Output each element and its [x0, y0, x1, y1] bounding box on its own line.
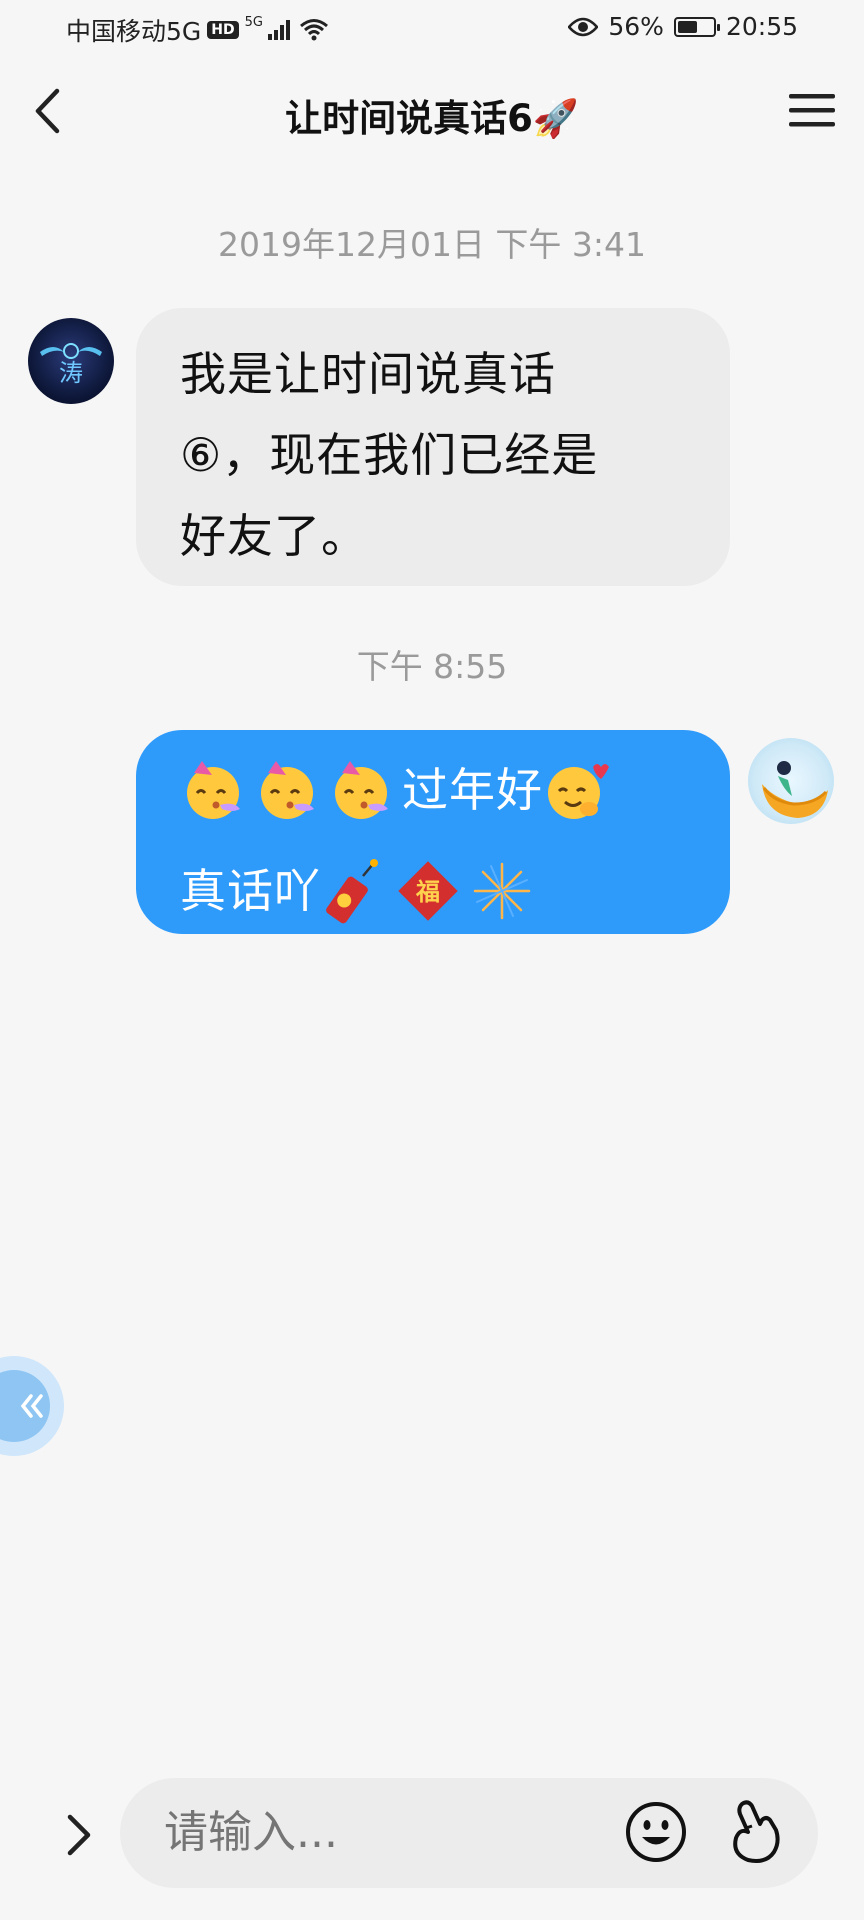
carrier-label: 中国移动5G: [66, 17, 202, 46]
status-bar: 中国移动5G HD 5G 56% 20:55: [0, 0, 864, 60]
wifi-icon: [300, 19, 328, 41]
fireworks-emoji: [473, 862, 531, 920]
battery-percent: 56%: [608, 12, 664, 41]
message-input-field[interactable]: [120, 1778, 818, 1888]
floating-collapse-inner: [0, 1370, 50, 1442]
party-face-emoji: [335, 761, 388, 819]
sent-message-bubble[interactable]: 过年好 真话吖 福: [136, 730, 730, 934]
message-line: ⑥，现在我们已经是: [180, 428, 599, 482]
contact-avatar-image: 涛: [40, 343, 102, 387]
gesture-button[interactable]: [722, 1798, 786, 1866]
fu-diamond-emoji: 福: [398, 861, 458, 921]
battery-fill: [677, 20, 697, 33]
message-timestamp: 2019年12月01日 下午 3:41: [217, 225, 647, 264]
received-message-bubble[interactable]: 我是让时间说真话 ⑥，现在我们已经是 好友了。: [136, 308, 730, 586]
svg-text:福: 福: [415, 877, 440, 906]
smiling-hearts-emoji: [548, 764, 609, 819]
message-input[interactable]: [162, 1806, 586, 1859]
hamburger-menu-icon: [789, 94, 835, 127]
message-line: 我是让时间说真话: [180, 347, 556, 401]
battery-icon: [673, 16, 720, 37]
status-left: 中国移动5G HD 5G: [66, 12, 329, 48]
eye-icon: [568, 17, 599, 36]
double-chevron-left-icon: [20, 1394, 43, 1418]
hd-badge: HD: [207, 21, 239, 39]
input-bar: [0, 1762, 864, 1902]
chevron-right-icon: [67, 1814, 91, 1856]
signal-bars-icon: [267, 20, 290, 40]
status-right: 56% 20:55: [568, 12, 798, 41]
message-line: 真话吖 福: [180, 849, 543, 933]
clock: 20:55: [725, 12, 798, 41]
my-avatar[interactable]: [748, 738, 834, 824]
finger-heart-icon: [733, 1800, 780, 1863]
floating-collapse-button[interactable]: [0, 1356, 64, 1456]
party-face-emoji: [261, 761, 314, 819]
my-avatar-image: [762, 761, 828, 818]
contact-avatar[interactable]: 涛: [28, 318, 114, 404]
message-text: 过年好: [402, 763, 543, 817]
svg-text:涛: 涛: [59, 359, 83, 387]
expand-toolbar-button[interactable]: [52, 1808, 106, 1862]
network-5g-label: 5G: [244, 14, 263, 30]
emoji-button[interactable]: [624, 1800, 688, 1864]
message-text: 真话吖: [180, 864, 321, 918]
chat-header: 让时间说真话6🚀: [0, 60, 864, 160]
firecracker-emoji: [326, 859, 378, 924]
smiley-icon: [626, 1802, 686, 1862]
message-line: 好友了。: [180, 509, 368, 563]
chat-title: 让时间说真话6🚀: [285, 97, 579, 140]
message-timestamp: 下午 8:55: [356, 647, 508, 686]
menu-button[interactable]: [786, 88, 838, 132]
message-line: 过年好: [180, 748, 617, 832]
party-face-emoji: [187, 761, 240, 819]
